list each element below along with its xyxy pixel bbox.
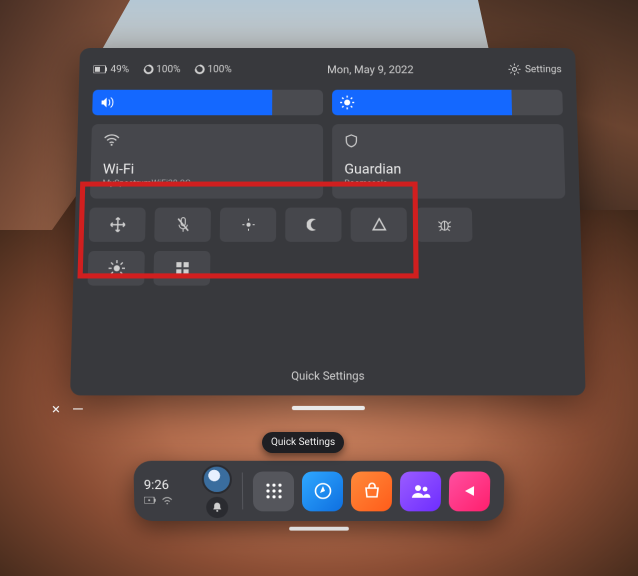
right-controller-indicator: 100% (194, 64, 231, 75)
quick-settings-tooltip: Quick Settings (262, 432, 344, 453)
brightness-slider[interactable] (332, 90, 563, 115)
volume-slider[interactable] (92, 90, 323, 115)
bug-report-button[interactable] (416, 208, 473, 242)
battery-icon (93, 65, 107, 73)
passthrough-icon (371, 218, 387, 232)
dock-time: 9:26 (144, 478, 194, 493)
dock-drag-handle[interactable] (289, 527, 349, 531)
dock-store[interactable] (351, 471, 392, 511)
guardian-icon (344, 134, 551, 148)
notifications-button[interactable] (206, 496, 228, 517)
left-controller-text: 100% (156, 64, 180, 75)
avatar-icon (202, 464, 232, 493)
moon-icon (306, 218, 320, 232)
dock: 9:26 (133, 461, 504, 521)
night-mode-button[interactable] (285, 208, 341, 242)
guardian-subtitle: Roomscale (344, 179, 552, 189)
dock-divider (242, 473, 243, 510)
dock-people[interactable] (400, 471, 441, 511)
settings-button[interactable]: Settings (509, 63, 562, 75)
battery-indicator: 49% (93, 64, 129, 75)
right-controller-text: 100% (207, 64, 231, 75)
wifi-title: Wi-Fi (103, 162, 311, 178)
people-icon (410, 483, 430, 499)
wifi-subtitle: MySpectrumWiFi38-2G (102, 179, 310, 189)
guardian-card[interactable]: Guardian Roomscale (332, 124, 565, 198)
panel-drag-handle[interactable] (291, 406, 364, 410)
dock-wifi-icon (162, 496, 172, 504)
window-controls: × — (52, 400, 84, 418)
dock-app-library[interactable] (253, 471, 294, 511)
battery-text: 49% (110, 64, 129, 75)
sun-icon (108, 260, 125, 276)
bell-icon (212, 502, 222, 513)
dock-profile[interactable] (202, 464, 233, 517)
passthrough-button[interactable] (351, 208, 407, 242)
apps-grid-icon (264, 482, 282, 499)
minimize-button[interactable]: — (72, 400, 84, 418)
left-controller-indicator: 100% (143, 64, 180, 75)
controller-right-icon (194, 64, 204, 74)
settings-label: Settings (525, 64, 562, 75)
close-button[interactable]: × (52, 400, 60, 418)
quick-settings-panel: 49% 100% 100% Mon, May 9, 2022 Settings (70, 48, 586, 395)
status-bar: 49% 100% 100% Mon, May 9, 2022 Settings (93, 58, 562, 81)
recenter-button[interactable] (89, 208, 146, 242)
grid-icon (175, 261, 190, 275)
dock-explore[interactable] (302, 471, 343, 511)
dock-status-tile[interactable]: 9:26 (144, 469, 195, 514)
status-date: Mon, May 9, 2022 (246, 63, 495, 76)
share-icon (461, 483, 477, 499)
low-brightness-button[interactable] (220, 208, 276, 242)
low-brightness-icon (241, 218, 255, 232)
gear-icon (509, 63, 521, 75)
wifi-icon (103, 134, 310, 146)
brightness-icon (340, 96, 354, 110)
dock-battery-icon (144, 496, 156, 504)
wifi-card[interactable]: Wi-Fi MySpectrumWiFi38-2G (90, 124, 323, 198)
dock-share[interactable] (449, 471, 491, 511)
controller-left-icon (143, 64, 153, 74)
recenter-icon (109, 217, 126, 233)
bug-icon (436, 218, 453, 232)
mic-mute-button[interactable] (154, 208, 211, 242)
panel-caption: Quick Settings (70, 369, 585, 383)
mic-mute-icon (175, 217, 190, 233)
guardian-title: Guardian (344, 162, 552, 178)
store-icon (362, 482, 380, 499)
compass-icon (313, 482, 331, 499)
volume-icon (100, 97, 114, 109)
app-grid-button[interactable] (153, 251, 210, 286)
full-brightness-button[interactable] (88, 251, 145, 286)
